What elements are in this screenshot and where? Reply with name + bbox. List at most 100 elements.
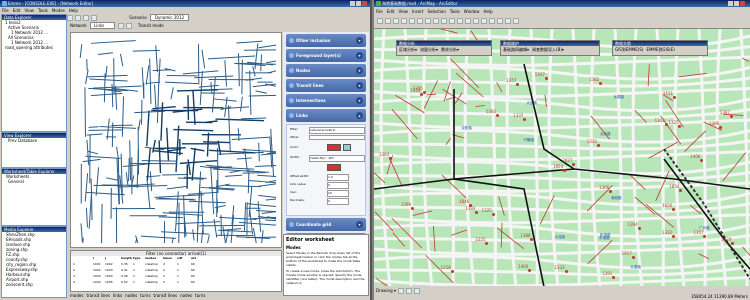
scenario-dropdown[interactable]: Dynamic 2012	[149, 14, 190, 21]
menu-help[interactable]: Help	[484, 9, 493, 14]
table-cell[interactable]: 2	[163, 268, 165, 273]
offset-input[interactable]: 1.0	[327, 174, 349, 181]
table-cell[interactable]: 2	[73, 268, 75, 273]
table-cell[interactable]: 1	[177, 262, 179, 267]
table-cell[interactable]: 2	[163, 262, 165, 267]
node-point[interactable]	[671, 234, 675, 238]
table-cell[interactable]: cdeahnp	[145, 280, 158, 285]
chevron-down-icon[interactable]: ▾	[356, 67, 363, 74]
menu-file[interactable]: File	[376, 9, 383, 14]
arrow-icon[interactable]	[117, 23, 124, 29]
table-cell[interactable]: 1003	[105, 268, 113, 273]
color-swatch[interactable]	[327, 144, 341, 151]
table-header-cell[interactable]: j	[105, 256, 106, 261]
zoom-in-icon[interactable]	[465, 18, 471, 24]
menu-help[interactable]: Help	[69, 8, 78, 13]
table-cell[interactable]: 1	[133, 274, 135, 279]
chevron-down-icon[interactable]: ▾	[356, 221, 363, 228]
minimize-icon[interactable]	[350, 1, 355, 6]
table-cell[interactable]: 1002	[105, 262, 113, 267]
table-cell[interactable]: 60	[191, 268, 195, 273]
table-cell[interactable]: 3	[73, 274, 75, 279]
table-cell[interactable]: 2	[163, 274, 165, 279]
layer-nodes[interactable]: Nodes ▾	[286, 64, 366, 77]
find-icon[interactable]	[505, 18, 511, 24]
tab[interactable]: turns	[195, 293, 205, 298]
table-cell[interactable]: 1003	[93, 274, 101, 279]
arcmap-map-canvas[interactable]: 机场路 大连路 长春路 兴隆路 广州路 沈阳路 大连路 东湖路 港城路 北京路 太原路 1606 18…	[374, 28, 750, 286]
tab[interactable]: nodes	[180, 293, 192, 298]
table-cell[interactable]: 60	[191, 274, 195, 279]
width-input[interactable]: raster.fix() : attr	[309, 155, 365, 162]
cex-input[interactable]: 10	[327, 190, 349, 197]
table-cell[interactable]: 1002	[93, 268, 101, 273]
identify-icon[interactable]	[497, 18, 503, 24]
decimals-input[interactable]: 0	[327, 198, 349, 205]
exchange-button[interactable]: GIS到EMME(S)	[615, 47, 643, 52]
layer-links[interactable]: Links ▴	[286, 109, 366, 122]
layer-other-inclusion[interactable]: Other inclusion ▾	[286, 34, 366, 47]
node-point[interactable]	[523, 117, 527, 121]
redo-icon[interactable]	[449, 18, 455, 24]
node-point[interactable]	[450, 269, 454, 273]
dropdown-button[interactable]: 需求分析▾	[441, 47, 459, 52]
minimize-icon[interactable]	[728, 1, 733, 6]
table-header-cell[interactable]: modes	[145, 256, 156, 261]
node-point[interactable]	[700, 158, 704, 162]
table-header-cell[interactable]: ul1	[191, 256, 196, 261]
table-cell[interactable]: 0.52	[121, 280, 128, 285]
cut-icon[interactable]	[409, 18, 415, 24]
table-cell[interactable]: 4	[73, 280, 75, 285]
select-icon[interactable]	[125, 23, 132, 29]
layer-transit-lines[interactable]: Transit lines ▾	[286, 79, 366, 92]
filter-input[interactable]: natural,arrival(1)	[309, 127, 365, 134]
node-point[interactable]	[544, 76, 548, 80]
new-icon[interactable]	[377, 18, 383, 24]
node-point[interactable]	[609, 189, 613, 193]
tab[interactable]: nodes	[125, 293, 137, 298]
chevron-down-icon[interactable]: ▾	[356, 97, 363, 104]
table-cell[interactable]: 0.35	[121, 262, 128, 267]
table-cell[interactable]: cdeahnp	[145, 274, 158, 279]
table-header-cell[interactable]: type	[133, 256, 141, 261]
network-map-canvas[interactable]	[70, 32, 282, 248]
menu-insert[interactable]: Insert	[412, 9, 423, 14]
view-item[interactable]: Prev Database	[2, 138, 66, 143]
other-input[interactable]	[309, 135, 365, 140]
table-cell[interactable]: 0.41	[121, 268, 128, 273]
table-cell[interactable]: 1004	[93, 280, 101, 285]
table-cell[interactable]: 1	[177, 274, 179, 279]
node-point[interactable]	[637, 226, 641, 230]
refresh-icon[interactable]	[91, 15, 97, 21]
undo-icon[interactable]	[441, 18, 447, 24]
shape-icon[interactable]	[414, 288, 421, 294]
dropdown-button[interactable]: 区域分析▾	[399, 47, 417, 52]
table-cell[interactable]: 1005	[105, 280, 113, 285]
full-extent-icon[interactable]	[489, 18, 495, 24]
layer-coordinate-grid[interactable]: Coordinate grid ▾	[286, 218, 366, 231]
maximize-icon[interactable]	[734, 1, 739, 6]
menu-window[interactable]: Window	[464, 9, 480, 14]
tab[interactable]: turns	[140, 293, 150, 298]
table-cell[interactable]: cdeahnp	[145, 268, 158, 273]
dropdown-button[interactable]: 基础路网编辑▾	[503, 47, 529, 52]
table-cell[interactable]: 1	[177, 268, 179, 273]
menu-view[interactable]: View	[24, 8, 34, 13]
table-cell[interactable]: 1	[133, 268, 135, 273]
network-dropdown[interactable]: Links	[89, 22, 116, 29]
worksheet-item[interactable]: General	[2, 179, 66, 184]
link-value-input[interactable]: 0	[327, 182, 349, 189]
menu-edit[interactable]: Edit	[387, 9, 395, 14]
paste-icon[interactable]	[425, 18, 431, 24]
exchange-button[interactable]: EMME到GIS(E)	[646, 47, 674, 52]
close-icon[interactable]	[362, 1, 367, 6]
add-data-icon[interactable]	[457, 18, 463, 24]
drawing-menu[interactable]: Drawing ▾	[376, 288, 396, 293]
menu-view[interactable]: View	[398, 9, 408, 14]
pan-icon[interactable]	[83, 15, 89, 21]
table-cell[interactable]: 60	[191, 262, 195, 267]
dropdown-button[interactable]: 调查数据导入(B)▾	[532, 47, 564, 52]
table-header-cell[interactable]: vdf	[177, 256, 182, 261]
measure-icon[interactable]	[513, 18, 519, 24]
chevron-down-icon[interactable]: ▾	[356, 52, 363, 59]
